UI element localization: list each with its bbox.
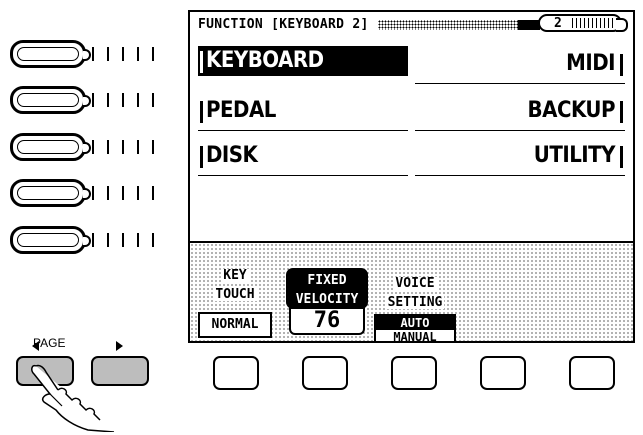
side-button-2[interactable] <box>10 86 91 114</box>
side-button-4[interactable] <box>10 179 91 207</box>
lcd-button-4[interactable] <box>480 356 526 390</box>
side-button-3[interactable] <box>10 133 91 161</box>
menu-item-label: PEDAL <box>206 98 276 123</box>
side-button-1[interactable] <box>10 40 91 68</box>
page-indicator: 2 <box>538 14 628 32</box>
page-label: PAGE <box>33 336 66 350</box>
voice-setting-options: AUTO MANUAL <box>374 314 456 341</box>
voice-setting-manual[interactable]: MANUAL <box>376 330 454 341</box>
side-button-tab <box>83 142 91 154</box>
page-indicator-lines <box>572 18 616 28</box>
menu-item-label: BACKUP <box>527 98 616 123</box>
param-fixed-velocity[interactable]: FIXED VELOCITY 76 <box>286 268 368 335</box>
menu-item-label: DISK <box>206 143 258 168</box>
menu-item-underline <box>198 174 408 176</box>
side-button-5[interactable] <box>10 226 91 254</box>
menu-item-underline <box>415 129 625 131</box>
menu-item-keyboard[interactable]: KEYBOARD <box>198 46 408 76</box>
key-touch-value: NORMAL <box>198 312 272 338</box>
menu-item-underline <box>415 174 625 176</box>
page-right-arrow-icon <box>116 341 123 351</box>
param-label: VOICE <box>393 276 437 291</box>
menu-item-pedal[interactable]: PEDAL <box>198 96 408 131</box>
side-button-tab <box>83 49 91 61</box>
param-key-touch[interactable]: KEY TOUCH NORMAL <box>198 264 272 338</box>
side-button-tab <box>83 188 91 200</box>
page-indicator-cap <box>616 18 628 32</box>
voice-setting-auto[interactable]: AUTO <box>376 316 454 330</box>
menu-item-backup[interactable]: BACKUP <box>415 96 625 131</box>
screen-title: FUNCTION [KEYBOARD 2] <box>198 17 369 32</box>
param-label: TOUCH <box>213 287 257 302</box>
page-number: 2 <box>554 15 562 31</box>
fixed-velocity-value: 76 <box>289 307 365 335</box>
param-label: FIXED <box>305 273 349 288</box>
title-bar: FUNCTION [KEYBOARD 2] 2 <box>198 14 628 36</box>
menu-item-label: KEYBOARD <box>206 48 324 73</box>
menu-item-utility[interactable]: UTILITY <box>415 141 625 176</box>
lcd-button-1[interactable] <box>213 356 259 390</box>
lcd-button-5[interactable] <box>569 356 615 390</box>
param-label: VELOCITY <box>293 292 361 307</box>
side-button-tab <box>83 95 91 107</box>
lcd-screen: FUNCTION [KEYBOARD 2] 2 KEYBOARD PEDAL D… <box>188 10 635 343</box>
title-bar-fill <box>518 20 540 30</box>
title-pattern <box>378 20 518 30</box>
side-button-tab <box>83 235 91 247</box>
lcd-button-3[interactable] <box>391 356 437 390</box>
menu-item-underline <box>198 129 408 131</box>
hand-pressing-icon <box>31 364 115 432</box>
param-label: SETTING <box>385 295 445 310</box>
menu-item-underline <box>415 82 625 84</box>
menu-item-disk[interactable]: DISK <box>198 141 408 176</box>
lcd-button-2[interactable] <box>302 356 348 390</box>
menu-item-label: UTILITY <box>533 143 616 168</box>
menu-item-midi[interactable]: MIDI <box>415 49 625 84</box>
param-voice-setting[interactable]: VOICE SETTING AUTO MANUAL <box>374 272 456 341</box>
param-label: KEY <box>221 268 249 283</box>
menu-item-label: MIDI <box>566 51 615 76</box>
